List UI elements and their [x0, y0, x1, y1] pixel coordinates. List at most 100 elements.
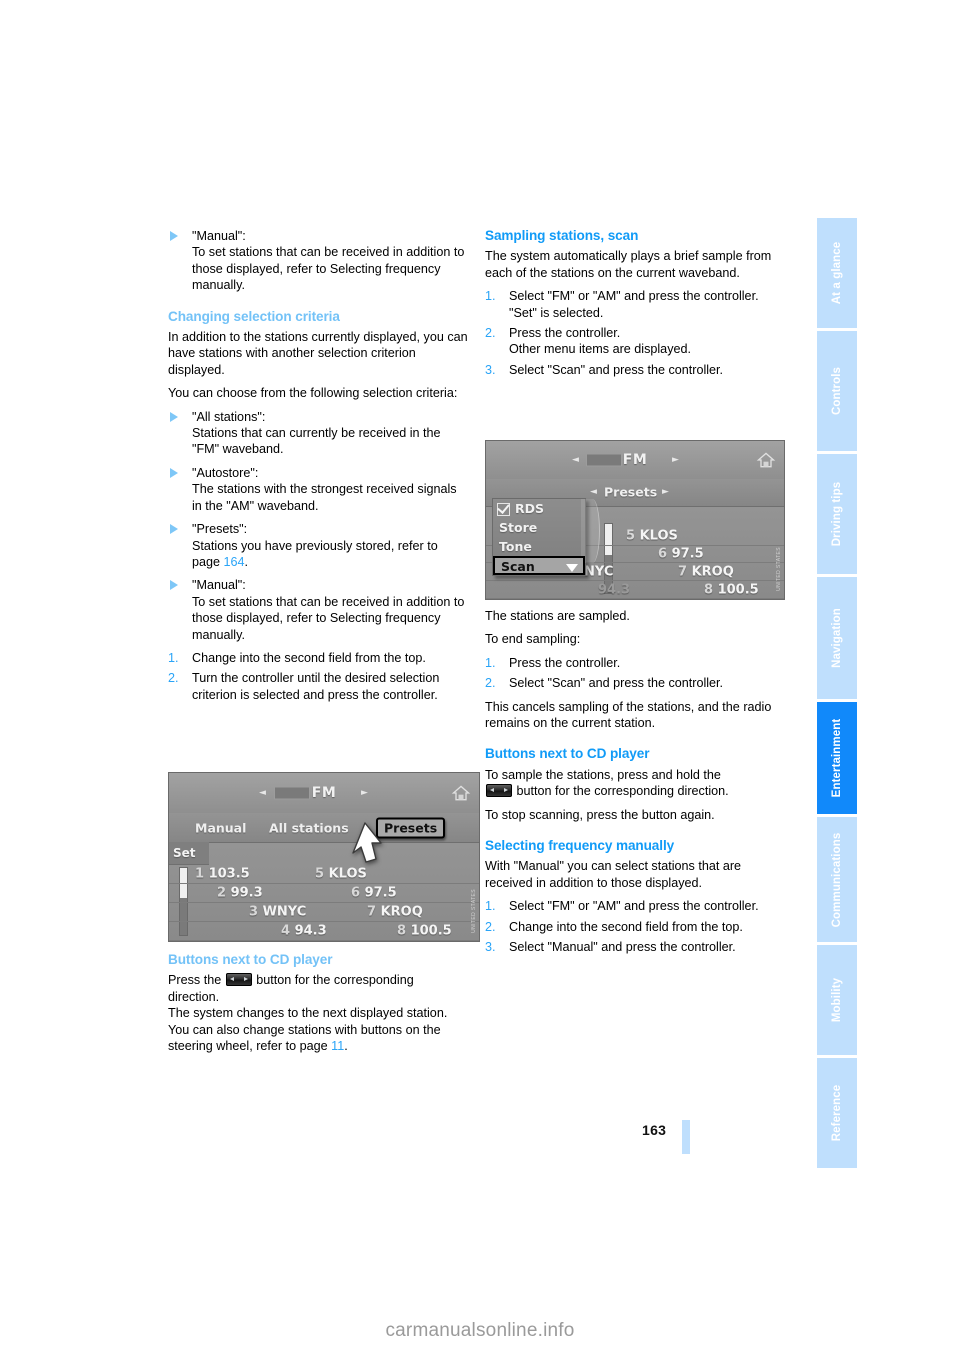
paragraph-stop-scanning: To stop scanning, press the button again… — [485, 807, 715, 822]
home-icon[interactable] — [451, 785, 471, 802]
buttons-cd-line3-left: You can also change stations with button… — [168, 1022, 468, 1055]
bullet-title: "Presets": — [192, 522, 248, 537]
step-number: 2. — [168, 671, 179, 686]
sidebar-tab-at-a-glance[interactable]: At a glance — [817, 218, 857, 328]
preset-value[interactable]: WNYC — [263, 905, 307, 920]
preset-value[interactable]: KROQ — [692, 564, 734, 579]
menu-item-scan-selected[interactable]: Scan — [493, 555, 585, 575]
triangle-bullet-icon — [170, 411, 178, 422]
step-number: 1. — [485, 655, 496, 670]
paragraph-you-can-choose: You can choose from the following select… — [168, 386, 458, 401]
display-tab-presets[interactable]: Presets — [604, 485, 657, 500]
preset-index: 8 — [704, 582, 714, 598]
buttons-cd-lead: Press the — [168, 973, 222, 988]
bullet-item: "Manual": To set stations that can be re… — [168, 228, 468, 294]
sidebar-tab-reference[interactable]: Reference — [817, 1058, 857, 1168]
preset-value[interactable]: KLOS — [329, 867, 367, 882]
preset-value[interactable]: 100.5 — [411, 924, 452, 939]
step-text: Select "Scan" and press the controller. — [509, 676, 724, 691]
numbered-step: 3. Select "Manual" and press the control… — [485, 939, 785, 955]
numbered-step: 2. Turn the controller until the desired… — [168, 670, 468, 703]
page-reference-link[interactable]: 164 — [224, 555, 245, 569]
step-number: 2. — [485, 676, 496, 691]
cursor-arrow-down-icon — [566, 563, 578, 572]
step-text: Change into the second field from the to… — [192, 650, 426, 665]
numbered-step: 1. Select "FM" or "AM" and press the con… — [485, 288, 785, 321]
preset-value[interactable]: 99.3 — [231, 886, 263, 901]
step-subtext: Other menu items are displayed. — [509, 342, 691, 357]
heading-sampling-stations-scan: Sampling stations, scan — [485, 228, 639, 243]
home-icon[interactable] — [756, 451, 776, 468]
heading-buttons-next-to-cd-player-right: Buttons next to CD player — [485, 746, 650, 762]
display-tab-all-stations[interactable]: All stations — [269, 820, 349, 835]
preset-value[interactable]: 94.3 — [295, 924, 327, 939]
numbered-step: 2. Press the controller. Other menu item… — [485, 325, 785, 358]
sidebar-tab-label: Reference — [831, 1084, 843, 1142]
preset-value[interactable]: 94.3 — [598, 582, 630, 597]
buttons-cd-lead: To sample the stations, press and hold t… — [485, 767, 721, 782]
display-tab-manual[interactable]: Manual — [195, 820, 246, 835]
menu-item-rds[interactable]: RDS — [493, 499, 585, 518]
preset-value[interactable]: NYC — [584, 564, 613, 579]
bullet-item: "All stations": Stations that can curren… — [168, 409, 468, 458]
bullet-item: "Manual": To set stations that can be re… — [168, 577, 468, 643]
menu-item-store[interactable]: Store — [493, 518, 585, 537]
display-tab-presets-selected[interactable]: Presets — [376, 817, 446, 839]
step-number: 1. — [485, 289, 496, 304]
preset-value[interactable]: 100.5 — [718, 582, 759, 597]
chevron-left-icon[interactable]: ◄ — [590, 487, 597, 497]
menu-item-label: Tone — [499, 538, 532, 554]
display-set-label[interactable]: Set — [169, 841, 209, 866]
menu-item-tone[interactable]: Tone — [493, 537, 585, 556]
display-tab-row: Manual All stations Presets — [169, 813, 479, 843]
step-number: 3. — [485, 362, 496, 377]
bullet-text: The stations with the strongest received… — [192, 482, 457, 513]
heading-selecting-frequency-manually: Selecting frequency manually — [485, 838, 675, 854]
preset-index: 7 — [367, 904, 377, 920]
display-header-bar: ◄ FM ► — [169, 773, 479, 815]
step-text: Select "FM" or "AM" and press the contro… — [509, 899, 759, 914]
sidebar-tab-mobility[interactable]: Mobility — [817, 945, 857, 1055]
waveband-label: FM — [311, 785, 337, 802]
left-text-column: "Manual": To set stations that can be re… — [168, 228, 468, 703]
bullet-text: To set stations that can be received in … — [192, 594, 465, 642]
buttons-cd-tail: button for the corresponding direction. — [516, 784, 729, 799]
sidebar-tab-label: At a glance — [831, 241, 843, 305]
buttons-cd-paragraph-right: To sample the stations, press and hold t… — [485, 767, 785, 800]
checkbox-checked-icon[interactable] — [497, 502, 510, 516]
preset-value[interactable]: 103.5 — [209, 867, 250, 882]
preset-value[interactable]: KROQ — [381, 905, 423, 920]
chevron-right-icon[interactable]: ► — [361, 788, 368, 798]
chevron-right-icon[interactable]: ► — [662, 487, 669, 497]
preset-row: 4 94.3 8 100.5 — [169, 922, 479, 941]
pointer-arrow-icon — [352, 822, 382, 863]
paragraph-cancels-sampling: This cancels sampling of the stations, a… — [485, 699, 772, 731]
sidebar-tab-navigation[interactable]: Navigation — [817, 577, 857, 699]
preset-index: 4 — [281, 923, 291, 939]
paragraph-stations-sampled: The stations are sampled. — [485, 609, 630, 623]
bullet-item: "Presets": Stations you have previously … — [168, 521, 468, 570]
radio-display: ◄ FM ► ◄ Presets ► 5 KLOS 6 97.5 NYC 7 K… — [486, 441, 784, 599]
page-reference-link[interactable]: 11 — [331, 1039, 344, 1053]
sidebar-tab-controls[interactable]: Controls — [817, 331, 857, 451]
step-text: Select "Scan" and press the controller. — [509, 362, 724, 377]
sidebar-tab-communications[interactable]: Communications — [817, 817, 857, 942]
preset-index: 6 — [658, 546, 668, 562]
preset-value[interactable]: KLOS — [640, 529, 678, 544]
preset-index: 7 — [678, 564, 688, 580]
page-number-bar — [682, 1120, 690, 1154]
paragraph-in-addition: In addition to the stations currently di… — [168, 330, 468, 377]
preset-row: 2 99.3 6 97.5 — [169, 884, 479, 904]
chevron-right-icon[interactable]: ► — [672, 455, 679, 465]
preset-value[interactable]: 97.5 — [672, 547, 704, 562]
preset-value[interactable]: 97.5 — [365, 886, 397, 901]
sidebar-tab-driving-tips[interactable]: Driving tips — [817, 454, 857, 574]
heading-buttons-next-to-cd-player-left: Buttons next to CD player — [168, 952, 333, 967]
waveband-label: FM — [622, 451, 648, 468]
preset-row: 1 103.5 5 KLOS — [169, 865, 479, 885]
sidebar-tab-label: Communications — [831, 832, 843, 927]
menu-item-label: RDS — [515, 500, 545, 516]
paragraph-to-end-sampling: To end sampling: — [485, 632, 581, 647]
sidebar-tab-entertainment[interactable]: Entertainment — [817, 702, 857, 814]
steering-wheel-lead: You can also change stations with button… — [168, 1022, 441, 1054]
